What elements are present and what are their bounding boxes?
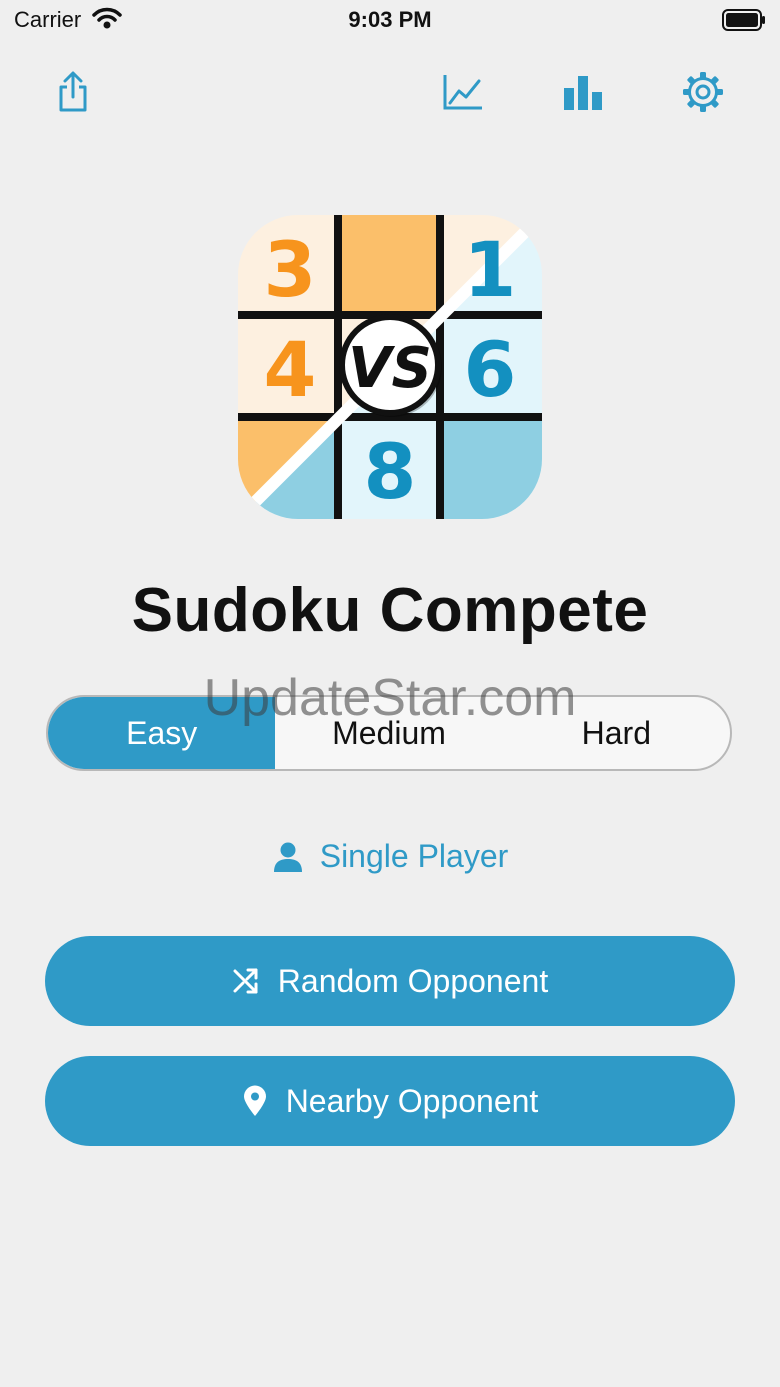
digit-4: 4: [264, 325, 317, 414]
share-button[interactable]: [51, 70, 95, 114]
battery-icon: [722, 9, 766, 36]
random-opponent-label: Random Opponent: [277, 962, 549, 999]
shuffle-icon: [233, 968, 258, 994]
line-chart-icon: [443, 75, 482, 110]
digit-3: 3: [264, 225, 317, 314]
gear-icon: [683, 72, 723, 112]
app-title: Sudoku Compete: [131, 576, 649, 645]
nearby-opponent-button[interactable]: Nearby Opponent: [45, 1056, 735, 1146]
share-icon: [59, 71, 87, 112]
status-bar: Carrier 9:03 PM: [0, 0, 780, 40]
segment-medium[interactable]: Medium: [275, 697, 502, 769]
location-pin-icon: [243, 1085, 266, 1116]
clock: 9:03 PM: [348, 7, 432, 32]
digit-8: 8: [364, 427, 417, 516]
app-logo: 3 1 4 6 8 VS: [238, 215, 542, 519]
nearby-opponent-label: Nearby Opponent: [285, 1082, 539, 1119]
single-player-button[interactable]: Single Player: [0, 838, 780, 875]
segment-hard[interactable]: Hard: [503, 697, 730, 769]
segment-easy[interactable]: Easy: [48, 697, 276, 769]
digit-6: 6: [464, 325, 517, 414]
random-opponent-button[interactable]: Random Opponent: [45, 936, 735, 1026]
person-icon: [273, 842, 302, 872]
bar-chart-button[interactable]: [561, 70, 605, 114]
line-chart-button[interactable]: [441, 70, 485, 114]
digit-1: 1: [464, 225, 517, 314]
single-player-label: Single Player: [319, 838, 509, 874]
difficulty-segmented-control: Easy Medium Hard: [46, 695, 732, 771]
settings-button[interactable]: [681, 70, 725, 114]
vs-label: VS: [348, 336, 432, 401]
bar-chart-icon: [564, 76, 602, 110]
